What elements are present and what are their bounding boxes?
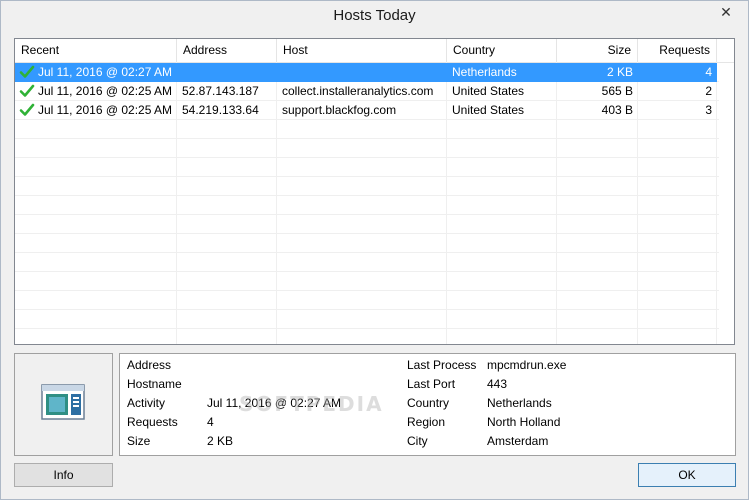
country-value: Netherlands [487, 396, 552, 410]
column-header-host[interactable]: Host [277, 39, 447, 62]
cell-country: United States [452, 84, 525, 98]
cell-address: 52.87.143.187 [182, 84, 259, 98]
hosts-today-window: Hosts Today ✕ Recent Address Host Countr… [0, 0, 749, 500]
size-value: 2 KB [207, 434, 234, 448]
last-port-value: 443 [487, 377, 508, 391]
country-label: Country [407, 396, 450, 410]
activity-label: Activity [127, 396, 166, 410]
cell-host: support.blackfog.com [282, 103, 397, 117]
region-label: Region [407, 415, 446, 429]
window-title: Hosts Today [333, 7, 416, 24]
column-header-country[interactable]: Country [447, 39, 557, 62]
grid-line [15, 271, 719, 272]
hosts-list[interactable]: Recent Address Host Country Size Request… [14, 38, 735, 345]
cell-requests: 4 [705, 65, 712, 79]
cell-host [277, 63, 447, 82]
column-header-requests[interactable]: Requests [638, 39, 717, 62]
cell-address: 54.219.133.64 [182, 103, 259, 117]
softpedia-watermark: SOFTPEDIA [239, 392, 384, 416]
grid-line [15, 157, 719, 158]
grid-line [15, 290, 719, 291]
region-value: North Holland [487, 415, 561, 429]
size-label: Size [127, 434, 151, 448]
requests-label: Requests [127, 415, 178, 429]
table-row[interactable]: Jul 11, 2016 @ 02:27 AM Netherlands 2 KB… [15, 63, 717, 82]
hostname-label: Hostname [127, 377, 182, 391]
column-header-size[interactable]: Size [557, 39, 638, 62]
cell-requests: 2 [705, 84, 712, 98]
grid-line [15, 233, 719, 234]
grid-line [15, 176, 719, 177]
city-label: City [407, 434, 428, 448]
grid-line [15, 328, 719, 329]
cell-requests: 3 [705, 103, 712, 117]
requests-value: 4 [207, 415, 214, 429]
grid-line [15, 309, 719, 310]
cell-country: United States [452, 103, 525, 117]
cell-host: collect.installeranalytics.com [282, 84, 434, 98]
cell-size: 403 B [601, 103, 633, 117]
last-port-label: Last Port [407, 377, 456, 391]
column-header-address[interactable]: Address [177, 39, 277, 62]
grid-line [15, 195, 719, 196]
cell-size: 2 KB [606, 65, 633, 79]
cell-recent: Jul 11, 2016 @ 02:27 AM [38, 65, 173, 79]
last-process-value: mpcmdrun.exe [487, 358, 567, 372]
title-bar: Hosts Today ✕ [1, 1, 748, 32]
close-button[interactable]: ✕ [710, 2, 742, 22]
table-row[interactable]: Jul 11, 2016 @ 02:25 AM 54.219.133.64 su… [15, 101, 717, 120]
info-button[interactable]: Info [14, 463, 113, 487]
grid-line [15, 214, 719, 215]
city-value: Amsterdam [487, 434, 549, 448]
column-header-recent[interactable]: Recent [15, 39, 177, 62]
host-preview-panel [14, 353, 113, 456]
address-label: Address [127, 358, 172, 372]
ok-button[interactable]: OK [638, 463, 736, 487]
cell-recent: Jul 11, 2016 @ 02:25 AM [38, 103, 173, 117]
list-header: Recent Address Host Country Size Request… [15, 39, 734, 63]
cell-size: 565 B [601, 84, 633, 98]
host-details-panel: Address Hostname Activity Jul 11, 2016 @… [119, 353, 736, 456]
cell-country: Netherlands [452, 65, 517, 79]
table-row[interactable]: Jul 11, 2016 @ 02:25 AM 52.87.143.187 co… [15, 82, 717, 101]
grid-line [15, 252, 719, 253]
window-app-icon [41, 384, 85, 420]
grid-line [15, 138, 719, 139]
cell-address [177, 63, 277, 82]
cell-recent: Jul 11, 2016 @ 02:25 AM [38, 84, 173, 98]
last-process-label: Last Process [407, 358, 477, 372]
